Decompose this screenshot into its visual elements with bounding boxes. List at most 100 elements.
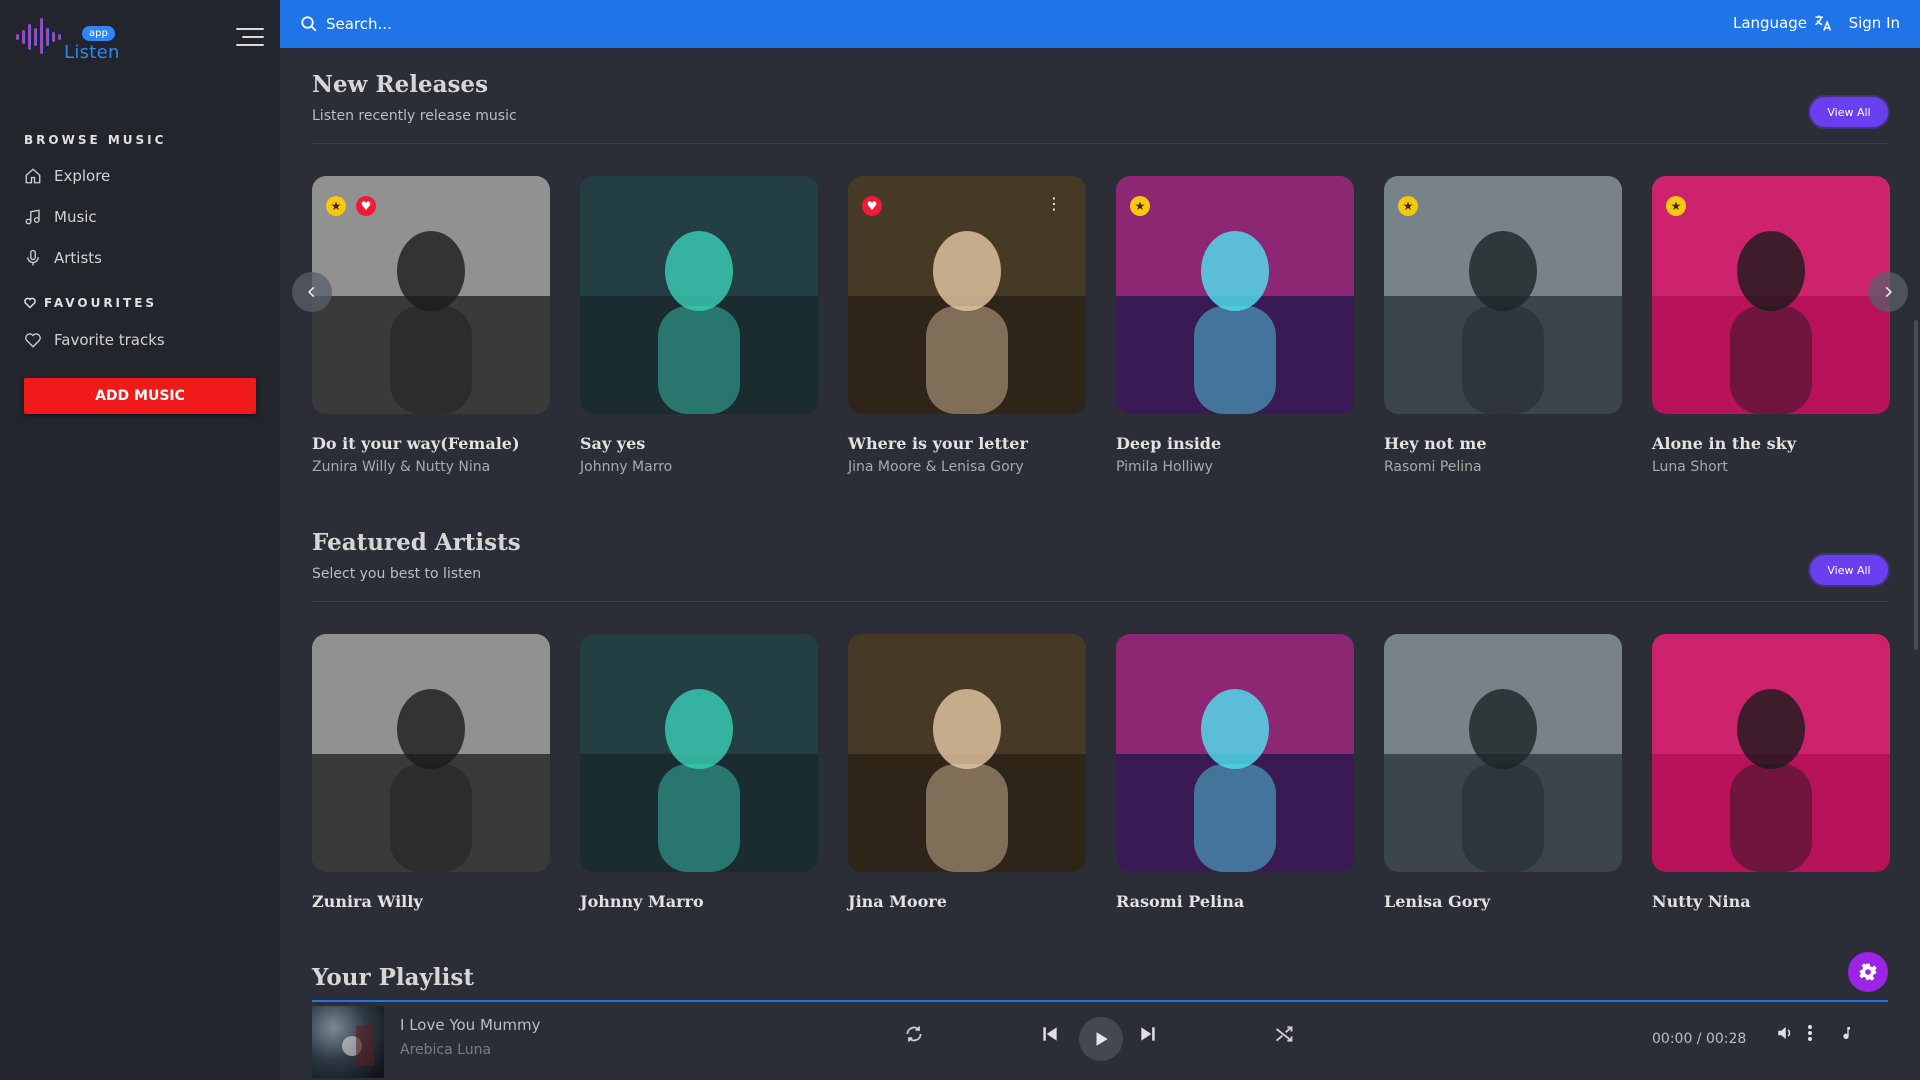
search-input[interactable] bbox=[326, 12, 926, 36]
favourites-heading: FAVOURITES bbox=[24, 296, 157, 310]
release-artwork[interactable]: ★ bbox=[1384, 176, 1622, 414]
player-track-artist: Arebica Luna bbox=[400, 1042, 492, 1058]
sidebar-item-music[interactable]: Music bbox=[24, 205, 97, 229]
release-title[interactable]: Say yes bbox=[580, 434, 645, 453]
new-releases-subtitle: Listen recently release music bbox=[312, 108, 517, 124]
previous-track-button[interactable] bbox=[1040, 1024, 1060, 1044]
search-icon[interactable] bbox=[300, 15, 318, 33]
artist-name[interactable]: Lenisa Gory bbox=[1384, 892, 1490, 911]
heart-icon[interactable]: ♥ bbox=[862, 196, 882, 216]
divider bbox=[312, 143, 1888, 144]
star-icon[interactable]: ★ bbox=[1130, 196, 1150, 216]
shuffle-icon bbox=[1275, 1026, 1293, 1042]
music-note-icon bbox=[25, 209, 40, 225]
chevron-left-icon bbox=[308, 286, 315, 298]
release-title[interactable]: Where is your letter bbox=[848, 434, 1028, 453]
play-button[interactable] bbox=[1079, 1017, 1123, 1061]
gear-icon bbox=[1859, 963, 1877, 981]
artist-name[interactable]: Nutty Nina bbox=[1652, 892, 1751, 911]
artist-photo[interactable] bbox=[1384, 634, 1622, 872]
menu-toggle-icon[interactable] bbox=[236, 28, 264, 46]
language-label: Language bbox=[1732, 14, 1807, 32]
favourites-heading-label: FAVOURITES bbox=[44, 296, 158, 310]
volume-icon bbox=[1778, 1027, 1791, 1039]
sidebar-item-favorite-tracks[interactable]: Favorite tracks bbox=[24, 328, 165, 352]
microphone-icon bbox=[27, 249, 39, 266]
artist-photo[interactable] bbox=[580, 634, 818, 872]
release-artwork[interactable]: ★ bbox=[1116, 176, 1354, 414]
music-player: I Love You Mummy Arebica Luna 00:00 / 00… bbox=[312, 1000, 1888, 1080]
divider bbox=[312, 601, 1888, 602]
artist-name[interactable]: Johnny Marro bbox=[580, 892, 704, 911]
release-title[interactable]: Hey not me bbox=[1384, 434, 1487, 453]
artist-photo[interactable] bbox=[1116, 634, 1354, 872]
your-playlist-title: Your Playlist bbox=[312, 964, 474, 991]
new-releases-title: New Releases bbox=[312, 71, 489, 98]
artist-photo[interactable] bbox=[1652, 634, 1890, 872]
release-artist[interactable]: Johnny Marro bbox=[580, 459, 672, 475]
artist-name[interactable]: Jina Moore bbox=[848, 892, 947, 911]
release-artwork[interactable]: ★ ♥ bbox=[312, 176, 550, 414]
music-note-icon bbox=[1843, 1027, 1850, 1039]
sign-in-link[interactable]: Sign In bbox=[1849, 14, 1900, 32]
release-artist[interactable]: Rasomi Pelina bbox=[1384, 459, 1482, 475]
browse-music-heading: BROWSE MUSIC bbox=[24, 133, 167, 147]
sidebar-item-artists[interactable]: Artists bbox=[24, 246, 102, 270]
star-icon[interactable]: ★ bbox=[1666, 196, 1686, 216]
release-artist[interactable]: Pimila Holliwy bbox=[1116, 459, 1213, 475]
sidebar: app Listen BROWSE MUSIC Explore Music Ar… bbox=[0, 0, 280, 1080]
release-artwork[interactable] bbox=[580, 176, 818, 414]
volume-button[interactable] bbox=[1776, 1024, 1794, 1042]
player-time: 00:00 / 00:28 bbox=[1652, 1031, 1747, 1047]
featured-artists-view-all-button[interactable]: View All bbox=[1810, 555, 1888, 585]
app-logo[interactable]: app Listen bbox=[14, 12, 124, 63]
release-artist[interactable]: Jina Moore & Lenisa Gory bbox=[848, 459, 1024, 475]
home-icon bbox=[25, 168, 41, 184]
featured-artists-title: Featured Artists bbox=[312, 529, 521, 556]
more-options-icon[interactable] bbox=[1807, 1024, 1813, 1042]
add-music-button[interactable]: ADD MUSIC bbox=[24, 378, 256, 414]
sidebar-item-label: Explore bbox=[54, 167, 111, 185]
sidebar-item-explore[interactable]: Explore bbox=[24, 164, 110, 188]
artist-photo[interactable] bbox=[312, 634, 550, 872]
more-options-icon[interactable]: ⋮ bbox=[1046, 196, 1062, 212]
release-title[interactable]: Deep inside bbox=[1116, 434, 1221, 453]
heart-icon[interactable]: ♥ bbox=[356, 196, 376, 216]
artist-name[interactable]: Rasomi Pelina bbox=[1116, 892, 1244, 911]
release-title[interactable]: Do it your way(Female) bbox=[312, 434, 520, 453]
translate-icon bbox=[1815, 15, 1832, 31]
release-artwork[interactable]: ★ bbox=[1652, 176, 1890, 414]
language-selector[interactable]: Language bbox=[1733, 13, 1833, 33]
artist-photo[interactable] bbox=[848, 634, 1086, 872]
release-artist[interactable]: Zunira Willy & Nutty Nina bbox=[312, 459, 490, 475]
release-artist[interactable]: Luna Short bbox=[1652, 459, 1728, 475]
artist-name[interactable]: Zunira Willy bbox=[312, 892, 423, 911]
star-icon[interactable]: ★ bbox=[1398, 196, 1418, 216]
release-title[interactable]: Alone in the sky bbox=[1652, 434, 1796, 453]
new-releases-view-all-button[interactable]: View All bbox=[1810, 97, 1888, 127]
playlist-queue-button[interactable] bbox=[1838, 1024, 1854, 1042]
logo-text: Listen bbox=[64, 42, 120, 63]
sidebar-item-label: Music bbox=[54, 208, 97, 226]
repeat-icon bbox=[906, 1026, 922, 1042]
chevron-right-icon bbox=[1885, 286, 1892, 298]
logo-badge: app bbox=[82, 26, 115, 41]
heart-outline-icon bbox=[25, 333, 41, 348]
skip-next-icon bbox=[1141, 1027, 1155, 1041]
carousel-next-button[interactable] bbox=[1868, 272, 1908, 312]
star-icon[interactable]: ★ bbox=[326, 196, 346, 216]
carousel-prev-button[interactable] bbox=[292, 272, 332, 312]
play-icon bbox=[1096, 1032, 1108, 1046]
heart-icon bbox=[24, 297, 36, 309]
settings-button[interactable] bbox=[1848, 952, 1888, 992]
shuffle-button[interactable] bbox=[1274, 1024, 1294, 1044]
skip-previous-icon bbox=[1043, 1027, 1057, 1041]
repeat-button[interactable] bbox=[904, 1024, 924, 1044]
featured-artists-subtitle: Select you best to listen bbox=[312, 566, 482, 582]
next-track-button[interactable] bbox=[1138, 1024, 1158, 1044]
top-bar: Language Sign In bbox=[280, 0, 1920, 48]
player-track-title: I Love You Mummy bbox=[400, 1016, 541, 1034]
scrollbar[interactable] bbox=[1914, 320, 1918, 650]
sidebar-item-label: Favorite tracks bbox=[54, 331, 165, 349]
release-artwork[interactable]: ♥ ⋮ bbox=[848, 176, 1086, 414]
